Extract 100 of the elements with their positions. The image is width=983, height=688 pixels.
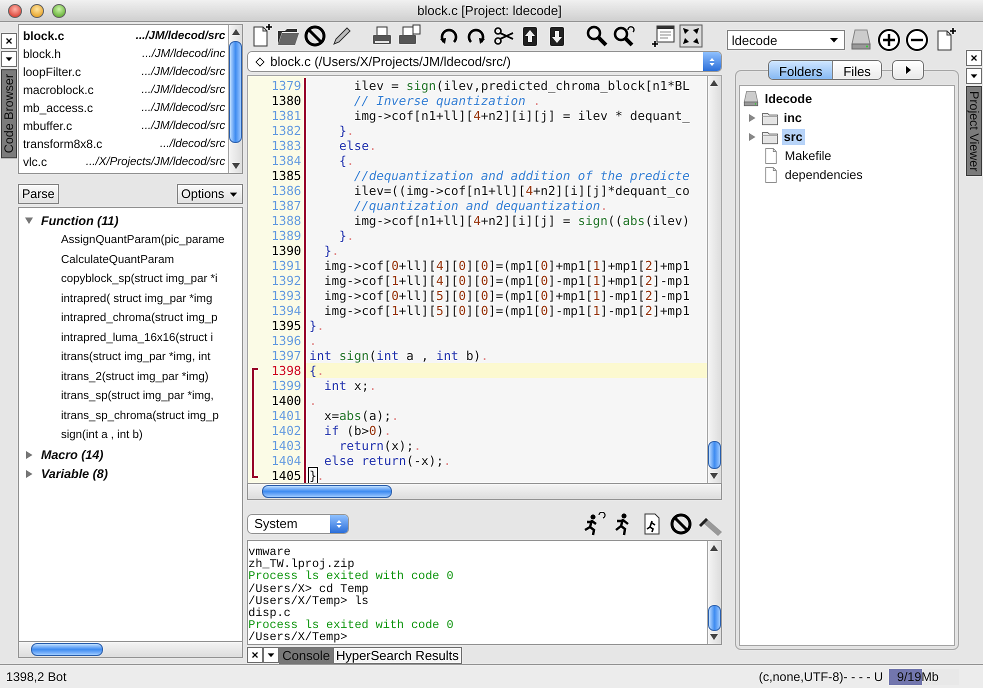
code-line: //quantization and dequantization.	[353, 198, 609, 214]
add-icon[interactable]	[876, 28, 901, 52]
code-line: else return(-x);.	[323, 453, 452, 468]
code-line: int sign(int a , int b).	[308, 348, 490, 364]
file-row[interactable]: mb_access.c .../JM/ldecod/src	[18, 99, 228, 117]
panel-tab[interactable]: HyperSearch Results	[332, 646, 462, 664]
scrollbar[interactable]	[706, 76, 721, 484]
file-path: .../X/Projects/JM/ldecod/src	[86, 156, 226, 168]
tree-item[interactable]: intrapred( struct img_par *img	[60, 292, 212, 305]
tree-item[interactable]: intrapred_luma_16x16(struct i	[60, 332, 214, 344]
code-line: int x;.	[323, 378, 378, 394]
tree-item[interactable]: copyblock_sp(struct img_par *i	[60, 273, 218, 286]
tree-item[interactable]: CalculateQuantParam	[60, 254, 174, 266]
tree-item[interactable]: AssignQuantParam(pic_parame	[60, 234, 225, 246]
file-row[interactable]: mbuffer.c .../JM/ldecod/src	[18, 117, 228, 135]
line-number: 1402	[248, 423, 306, 438]
code-line: return(x);.	[338, 438, 422, 454]
tree-item[interactable]: itrans(struct img_par *img, int	[60, 351, 210, 364]
tree-group[interactable]: Macro (14)	[40, 448, 104, 462]
line-number: 1382	[248, 123, 306, 138]
line-number: 1384	[248, 153, 306, 168]
dropdown-button[interactable]	[263, 646, 280, 663]
file-name: block.c	[22, 29, 64, 43]
code-line: img->cof[1+ll][5][0][0]=(mp1[0]-mp1[1]-mp1[2]+mp1	[323, 303, 691, 318]
caret-position: 1398,2 Bot	[6, 670, 66, 684]
tree-group[interactable]: Variable (8)	[40, 467, 108, 482]
code-line: img->cof[n1+ll][4+n2][i][j] = ilev * dequant_	[353, 108, 691, 124]
file-row[interactable]: transform8x8.c .../ldecod/src	[18, 135, 228, 153]
file-path: .../JM/ldecod/src	[142, 102, 226, 114]
scrollbar[interactable]	[18, 641, 244, 658]
close-button[interactable]	[247, 646, 264, 663]
tree-item[interactable]: intrapred_chroma(struct img_p	[60, 312, 218, 324]
file-row[interactable]: loopFilter.c .../JM/ldecod/src	[18, 63, 228, 81]
view-tab[interactable]: Files	[832, 61, 881, 79]
tree-item[interactable]: src	[782, 128, 805, 144]
file-name: loopFilter.c	[22, 65, 81, 79]
line-number: 1403	[248, 438, 306, 454]
line-number: 1385	[248, 168, 306, 184]
tree-item[interactable]: inc	[782, 110, 804, 126]
scrollbar[interactable]	[228, 25, 242, 173]
code-line: }.	[308, 468, 326, 484]
file-path: .../JM/ldecod/src	[136, 30, 226, 42]
console-line: Process ls exited with code 0	[248, 619, 455, 632]
scrollbar[interactable]	[247, 483, 722, 500]
stop-icon[interactable]	[668, 512, 693, 536]
drive-icon[interactable]	[848, 28, 873, 52]
dropdown-button[interactable]	[966, 68, 982, 84]
stop-icon[interactable]	[303, 24, 328, 48]
code-line: ilev = sign(ilev,predicted_chroma_block[n1*BL	[353, 78, 691, 94]
scrollbar[interactable]	[706, 541, 721, 644]
console-line: vmware	[248, 546, 291, 558]
tree-item[interactable]: itrans_sp_chroma(struct img_p	[60, 410, 219, 422]
dock-tab[interactable]: Project Viewer	[966, 86, 982, 176]
tree-item[interactable]: dependencies	[782, 166, 865, 182]
close-button[interactable]	[966, 50, 982, 66]
search-icon[interactable]	[612, 24, 636, 48]
tree-group[interactable]: Function (11)	[40, 214, 118, 228]
window-title: block.c [Project: ldecode]	[416, 3, 563, 18]
close-button[interactable]	[0, 33, 17, 49]
file-path: .../JM/ldecod/src	[142, 120, 226, 132]
tree-item[interactable]: Makefile	[782, 148, 834, 164]
file-row[interactable]: vlc.c .../X/Projects/JM/ldecod/src	[18, 153, 228, 171]
dock-tab[interactable]: Code Browser	[0, 69, 17, 158]
tree-item[interactable]: itrans_2(struct img_par *img)	[60, 370, 209, 383]
line-number: 1389	[248, 228, 306, 244]
window-icon[interactable]	[652, 24, 676, 48]
runner-icon[interactable]	[582, 512, 606, 536]
code-line: .	[308, 393, 318, 408]
file-row[interactable]: macroblock.c .../JM/ldecod/src	[18, 81, 228, 99]
project-dropdown[interactable]: ldecode	[726, 30, 845, 50]
file-dropdown[interactable]: block.c (/Users/X/Projects/JM/ldecod/src/)	[247, 51, 722, 72]
line-number: 1404	[248, 453, 306, 468]
code-line: ilev=((img->cof[n1+ll][4+n2][i][j]*dequant_co	[353, 183, 691, 198]
file-name: vlc.c	[22, 155, 47, 169]
tree-item[interactable]: ldecode	[762, 90, 814, 106]
options-button[interactable]: Options	[177, 184, 244, 204]
line-number: 1391	[248, 258, 306, 274]
file-row[interactable]: block.h .../JM/ldecod/inc	[18, 45, 228, 63]
remove-icon[interactable]	[904, 28, 929, 52]
line-number: 1393	[248, 288, 306, 304]
file-name: block.h	[22, 47, 61, 61]
parse-button[interactable]: Parse	[18, 184, 59, 204]
code-line: img->cof[0+ll][5][0][0]=(mp1[0]+mp1[1]-mp1[2]-mp1	[323, 288, 691, 304]
minimize-button[interactable]	[30, 4, 44, 18]
code-line: x=abs(a);.	[323, 408, 400, 424]
line-number: 1379	[248, 78, 306, 94]
panel-tab[interactable]: Console	[279, 646, 333, 664]
shell-dropdown[interactable]: System	[247, 514, 350, 534]
tree-item[interactable]: itrans_sp(struct img_par *img,	[60, 390, 214, 402]
dropdown-button[interactable]	[0, 51, 17, 67]
file-row[interactable]: block.c .../JM/ldecod/src	[18, 27, 228, 45]
view-tab[interactable]: Folders	[769, 61, 832, 79]
fullscreen-icon[interactable]	[679, 24, 704, 48]
tree-item[interactable]: sign(int a , int b)	[60, 429, 143, 442]
line-number: 1394	[248, 303, 306, 318]
search-icon[interactable]	[585, 24, 610, 48]
line-number: 1395	[248, 318, 306, 334]
more-button[interactable]	[892, 60, 924, 80]
zoom-button[interactable]	[52, 4, 66, 18]
code-line: .	[308, 333, 318, 348]
